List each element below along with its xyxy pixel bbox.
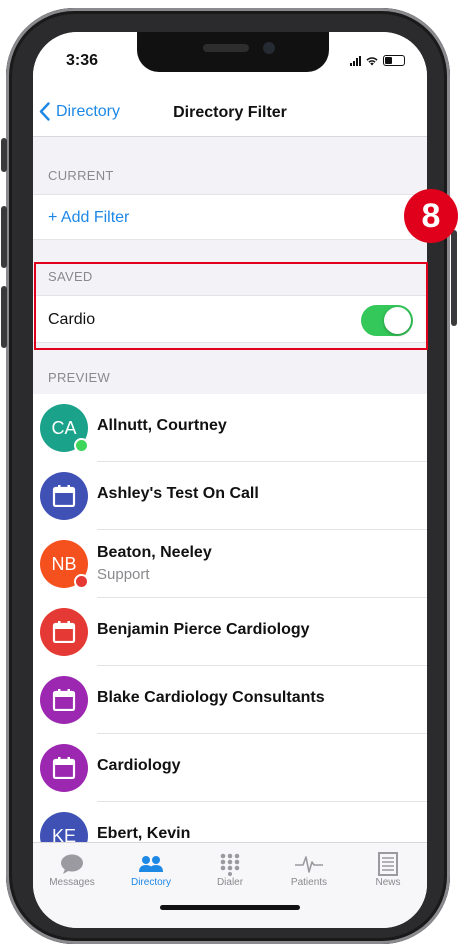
list-item[interactable]: Blake Cardiology Consultants xyxy=(33,666,427,734)
newspaper-icon xyxy=(378,852,398,876)
phone-screen: 3:36 Directory Directory Filter CURRENT xyxy=(33,32,427,928)
step-badge: 8 xyxy=(404,189,458,243)
preview-list: CA Allnutt, Courtney Ashley's Test On Call… xyxy=(33,394,427,870)
add-filter-button[interactable]: + Add Filter xyxy=(33,195,427,241)
heartbeat-icon xyxy=(295,856,323,873)
list-item[interactable]: Cardiology xyxy=(33,734,427,802)
section-header-current: CURRENT xyxy=(48,168,114,183)
tab-label: Dialer xyxy=(216,877,244,888)
status-time: 3:36 xyxy=(66,52,99,69)
section-header-preview: PREVIEW xyxy=(48,370,111,385)
tab-label: Patients xyxy=(290,877,328,888)
mute-switch xyxy=(1,138,7,172)
list-item-name: Ashley's Test On Call xyxy=(97,485,259,502)
list-item-name: Blake Cardiology Consultants xyxy=(97,689,325,706)
tab-directory[interactable]: Directory xyxy=(112,851,190,888)
list-item-name: Allnutt, Courtney xyxy=(97,417,227,434)
tab-label: Messages xyxy=(49,877,95,888)
battery-icon xyxy=(383,55,405,66)
avatar xyxy=(40,608,88,656)
avatar xyxy=(40,744,88,792)
power-button xyxy=(451,230,457,326)
list-item-name: Cardiology xyxy=(97,757,181,774)
front-camera xyxy=(263,42,275,54)
highlight-box xyxy=(34,262,428,350)
page-title: Directory Filter xyxy=(173,104,287,121)
tab-news[interactable]: News xyxy=(349,851,427,888)
list-item[interactable]: Benjamin Pierce Cardiology xyxy=(33,598,427,666)
tab-bar: Messages Directory Dialer Patients News xyxy=(33,842,427,928)
status-icons xyxy=(350,55,405,66)
tab-dialer[interactable]: Dialer xyxy=(191,851,269,888)
add-filter-row[interactable]: + Add Filter xyxy=(33,194,427,240)
presence-status-dot xyxy=(74,438,89,453)
list-item-subtitle: Support xyxy=(97,566,150,583)
presence-status-dot xyxy=(74,574,89,589)
calendar-icon xyxy=(52,757,76,779)
signal-icon xyxy=(350,55,361,66)
avatar-initials: NB xyxy=(51,553,77,574)
list-item-name: Ebert, Kevin xyxy=(97,825,191,842)
tab-messages[interactable]: Messages xyxy=(33,851,111,888)
home-indicator xyxy=(160,905,300,910)
volume-up-button xyxy=(1,206,7,268)
tab-label: News xyxy=(375,877,401,888)
dialpad-icon xyxy=(220,853,240,876)
list-item-name: Benjamin Pierce Cardiology xyxy=(97,621,310,638)
chat-bubble-icon xyxy=(61,854,83,874)
calendar-icon xyxy=(52,689,76,711)
list-item[interactable]: NB Beaton, Neeley Support xyxy=(33,530,427,598)
tab-patients[interactable]: Patients xyxy=(270,851,348,888)
wifi-icon xyxy=(366,56,378,65)
list-item-name: Beaton, Neeley xyxy=(97,544,212,561)
notch xyxy=(137,32,329,72)
volume-down-button xyxy=(1,286,7,348)
people-icon xyxy=(139,856,163,872)
list-item[interactable]: CA Allnutt, Courtney xyxy=(33,394,427,462)
list-item[interactable]: Ashley's Test On Call xyxy=(33,462,427,530)
avatar xyxy=(40,676,88,724)
avatar-initials: CA xyxy=(51,417,77,438)
speaker-grille xyxy=(203,44,249,52)
avatar xyxy=(40,472,88,520)
calendar-icon xyxy=(52,621,76,643)
navigation-bar: Directory Directory Filter xyxy=(33,92,427,137)
calendar-icon xyxy=(52,485,76,507)
tab-label: Directory xyxy=(130,877,171,888)
